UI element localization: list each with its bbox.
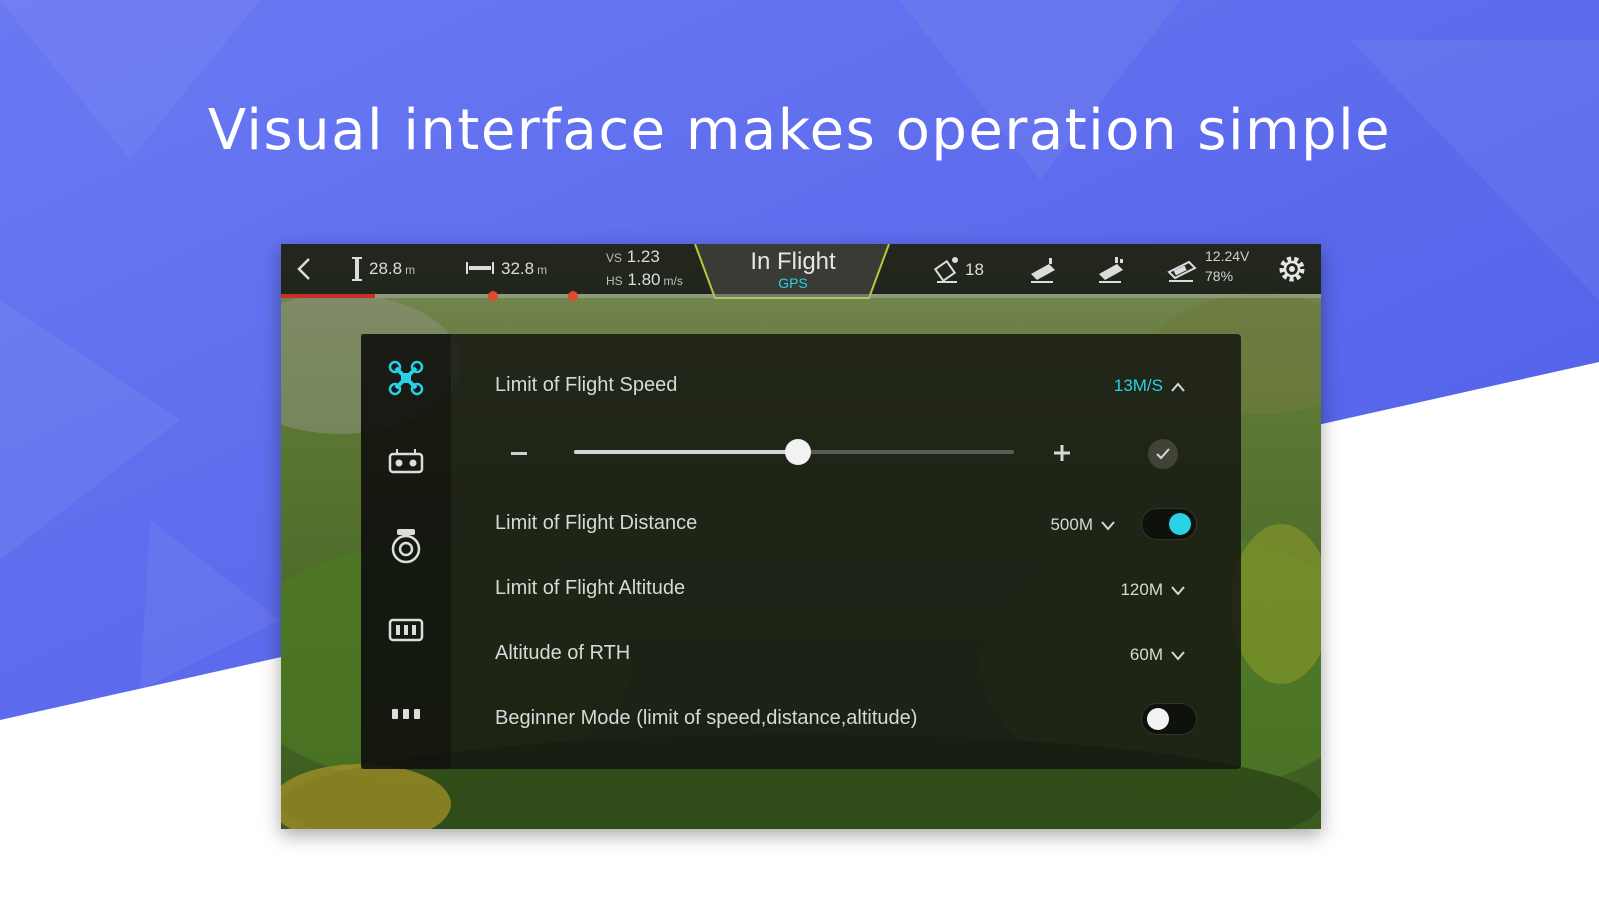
mission-progress-fill — [281, 294, 375, 298]
beginner-mode-toggle-knob — [1147, 708, 1169, 730]
flight-speed-value[interactable]: 13M/S — [1114, 376, 1163, 396]
top-status-bar: 28.8 m 32.8 m VS 1.23 HS 1.80 m/s In Flight… — [281, 244, 1321, 299]
distance-readout: 32.8 m — [501, 259, 548, 278]
flight-status-title: In Flight — [750, 248, 836, 275]
flight-speed-slider-fill — [574, 450, 799, 454]
sidebar-item-remote[interactable] — [384, 440, 428, 484]
settings-content: Limit of Flight Speed 13M/S Limit of Fli… — [451, 334, 1241, 769]
back-icon[interactable] — [295, 257, 313, 281]
decrease-speed-button[interactable] — [511, 452, 527, 455]
beginner-mode-label: Beginner Mode (limit of speed,distance,a… — [495, 707, 918, 729]
flight-distance-toggle-knob — [1169, 513, 1191, 535]
flight-status: In Flight GPS — [695, 244, 891, 294]
drone-battery-icon — [1167, 260, 1197, 282]
chevron-down-icon[interactable] — [1099, 519, 1117, 531]
satellite-icon — [933, 257, 958, 283]
flight-distance-label: Limit of Flight Distance — [495, 512, 698, 534]
flight-speed-label: Limit of Flight Speed — [495, 374, 678, 396]
flight-settings-panel: Limit of Flight Speed 13M/S Limit of Fli… — [361, 334, 1241, 769]
flight-speed-slider-thumb[interactable] — [785, 439, 812, 465]
mission-progress-bar — [281, 291, 1321, 301]
waypoint-marker — [488, 291, 498, 301]
vertical-speed-readout: VS 1.23 — [606, 247, 660, 266]
app-screen: 28.8 m 32.8 m VS 1.23 HS 1.80 m/s In Flight… — [281, 244, 1321, 829]
battery-icon — [388, 618, 424, 642]
chevron-up-icon[interactable] — [1169, 381, 1187, 393]
beginner-mode-toggle[interactable] — [1141, 703, 1197, 735]
distance-icon — [466, 262, 494, 274]
drone-icon — [388, 360, 424, 396]
gps-status: GPS — [778, 275, 808, 291]
remote-signal-icon — [1031, 258, 1055, 283]
flight-speed-slider[interactable] — [574, 439, 1014, 465]
flight-altitude-label: Limit of Flight Altitude — [495, 577, 686, 599]
sidebar-item-battery[interactable] — [384, 608, 428, 652]
chevron-down-icon[interactable] — [1169, 584, 1187, 596]
chevron-down-icon[interactable] — [1169, 649, 1187, 661]
confirm-speed-button[interactable] — [1148, 439, 1178, 469]
battery-percent: 78% — [1205, 268, 1234, 284]
satellite-count: 18 — [965, 260, 984, 279]
increase-speed-button[interactable] — [1051, 442, 1073, 464]
height-icon — [352, 257, 362, 281]
settings-sidebar — [361, 334, 451, 769]
sidebar-item-more[interactable] — [384, 692, 428, 736]
remote-controller-icon — [388, 449, 424, 474]
flight-distance-toggle[interactable] — [1141, 508, 1197, 540]
more-icon — [392, 709, 420, 719]
battery-voltage: 12.24V — [1205, 248, 1250, 264]
flight-altitude-value[interactable]: 120M — [1120, 580, 1163, 600]
sidebar-item-aircraft[interactable] — [384, 356, 428, 400]
rth-altitude-value[interactable]: 60M — [1130, 645, 1163, 665]
gear-icon[interactable] — [1277, 254, 1307, 284]
waypoint-marker — [568, 291, 578, 301]
promo-headline: Visual interface makes operation simple — [207, 98, 1392, 163]
camera-icon — [391, 529, 421, 564]
flight-distance-value[interactable]: 500M — [1050, 515, 1093, 535]
check-icon — [1156, 448, 1170, 460]
sidebar-item-camera[interactable] — [384, 524, 428, 568]
rth-altitude-label: Altitude of RTH — [495, 642, 631, 664]
image-signal-icon — [1099, 257, 1123, 283]
height-readout: 28.8 m — [369, 259, 416, 278]
horizontal-speed-readout: HS 1.80 m/s — [606, 270, 683, 289]
